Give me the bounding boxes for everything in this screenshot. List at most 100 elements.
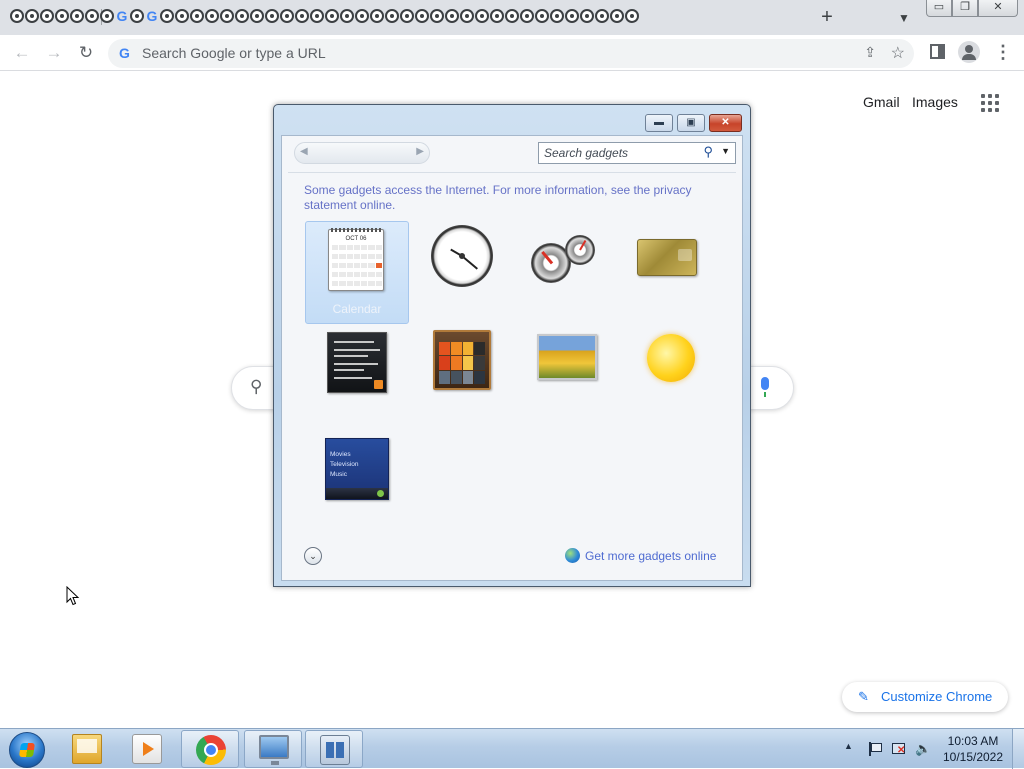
gadgets-minimize-button[interactable]: ▬: [645, 114, 673, 132]
tab-favicon-icon[interactable]: [505, 9, 519, 23]
tab-favicon-icon[interactable]: [565, 9, 579, 23]
next-page-icon[interactable]: ▶: [416, 146, 424, 157]
taskbar-item-desktop-gadgets[interactable]: [305, 730, 363, 768]
gadget-weather[interactable]: [617, 326, 721, 429]
gadget-currency[interactable]: [617, 221, 721, 324]
gadgets-close-button[interactable]: ✕: [709, 114, 742, 132]
tab-favicon-icon[interactable]: [520, 9, 534, 23]
tab-favicon-icon[interactable]: [40, 9, 54, 23]
tab-favicon-icon[interactable]: [490, 9, 504, 23]
tab-favicon-icon[interactable]: [220, 9, 234, 23]
customize-chrome-button[interactable]: ✎ Customize Chrome: [842, 682, 1008, 712]
bookmark-star-icon[interactable]: ☆: [891, 43, 905, 63]
taskbar-item-chrome[interactable]: [181, 730, 239, 768]
gadgets-restore-button[interactable]: ▣: [677, 114, 705, 132]
taskbar-clock[interactable]: 10:03 AM 10/15/2022: [940, 733, 1006, 765]
search-gadgets-input[interactable]: Search gadgets ⚲ ▼: [538, 142, 736, 164]
tab-favicon-icon[interactable]: [265, 9, 279, 23]
action-center-flag-icon[interactable]: [866, 741, 882, 757]
tab-favicon-icon[interactable]: [295, 9, 309, 23]
show-details-chevron-down-icon[interactable]: ⌄: [304, 547, 322, 565]
tab-favicon-icon[interactable]: [325, 9, 339, 23]
tab-favicon-icon[interactable]: [355, 9, 369, 23]
chrome-menu-icon[interactable]: ⋮: [994, 40, 1012, 64]
new-tab-button[interactable]: +: [816, 6, 838, 28]
tab-favicon-icon[interactable]: [205, 9, 219, 23]
tab-favicon-icon[interactable]: [430, 9, 444, 23]
get-more-gadgets-link[interactable]: Get more gadgets online: [585, 549, 716, 563]
window-restore-button[interactable]: ❐: [952, 0, 978, 17]
tab-favicon-icon[interactable]: [85, 9, 99, 23]
tab-favicon-icon[interactable]: [70, 9, 84, 23]
media-player-icon: [132, 734, 162, 764]
network-disconnected-icon[interactable]: [891, 741, 907, 757]
desktop-gadgets-window: ▬ ▣ ✕ ◀ ▶ Search gadgets ⚲ ▼ Some gadget…: [273, 104, 751, 587]
tab-favicon-icon[interactable]: [475, 9, 489, 23]
side-panel-icon[interactable]: [930, 44, 945, 59]
gadgets-icon: [320, 735, 350, 765]
tab-favicon-icon[interactable]: [610, 9, 624, 23]
tab-favicon-icon[interactable]: [235, 9, 249, 23]
google-tab-favicon-icon[interactable]: G: [145, 9, 159, 23]
pencil-icon: ✎: [858, 689, 869, 704]
taskbar-item-media-player[interactable]: [118, 730, 176, 768]
tab-favicon-icon[interactable]: [625, 9, 639, 23]
show-hidden-icons-chevron-up-icon[interactable]: ▲: [844, 741, 853, 751]
voice-search-mic-icon[interactable]: [759, 377, 771, 399]
omnibox[interactable]: G Search Google or type a URL ⇪ ☆: [108, 39, 914, 68]
tab-favicon-icon[interactable]: [190, 9, 204, 23]
tab-favicon-icon[interactable]: [10, 9, 24, 23]
tab-favicon-icon[interactable]: [580, 9, 594, 23]
tab-favicon-icon[interactable]: [535, 9, 549, 23]
previous-page-icon[interactable]: ◀: [300, 146, 308, 157]
google-tab-favicon-icon[interactable]: G: [115, 9, 129, 23]
volume-speaker-icon[interactable]: 🔈: [915, 741, 931, 757]
google-apps-icon[interactable]: [981, 94, 999, 112]
gadget-slide-show[interactable]: [513, 326, 617, 429]
share-icon[interactable]: ⇪: [864, 44, 876, 61]
gadget-clock[interactable]: [409, 221, 513, 324]
tab-favicon-icon[interactable]: [310, 9, 324, 23]
omnibox-placeholder[interactable]: Search Google or type a URL: [142, 45, 326, 61]
search-icon[interactable]: ⚲: [703, 144, 713, 160]
tab-search-chevron-down-icon[interactable]: ▼: [894, 8, 914, 28]
search-dropdown-icon[interactable]: ▼: [721, 146, 730, 156]
window-minimize-button[interactable]: ▭: [926, 0, 952, 17]
tab-favicon-icon[interactable]: [460, 9, 474, 23]
tab-favicon-icon[interactable]: [550, 9, 564, 23]
tab-favicon-icon[interactable]: [55, 9, 69, 23]
tab-favicon-icon[interactable]: [280, 9, 294, 23]
reload-button[interactable]: ↻: [74, 41, 98, 65]
images-link[interactable]: Images: [912, 94, 958, 110]
taskbar-item-windows-explorer[interactable]: [58, 730, 116, 768]
tab-favicon-icon[interactable]: [370, 9, 384, 23]
windows-taskbar: ▲ 🔈 10:03 AM 10/15/2022: [0, 728, 1024, 769]
tab-favicon-icon[interactable]: [340, 9, 354, 23]
tab-favicon-icon[interactable]: [445, 9, 459, 23]
tab-favicon-icon[interactable]: [25, 9, 39, 23]
tab-favicon-icon[interactable]: [415, 9, 429, 23]
back-button[interactable]: ←: [10, 41, 34, 65]
tab-favicon-icon[interactable]: [130, 9, 144, 23]
tab-favicon-icon[interactable]: [595, 9, 609, 23]
privacy-info-text[interactable]: Some gadgets access the Internet. For mo…: [304, 183, 714, 213]
media-line: Music: [330, 471, 347, 478]
forward-button[interactable]: →: [42, 41, 66, 65]
tab-favicon-icon[interactable]: [250, 9, 264, 23]
profile-avatar-icon[interactable]: [958, 41, 980, 63]
gadget-feed-headlines[interactable]: [305, 326, 409, 429]
tab-favicon-icon[interactable]: [175, 9, 189, 23]
gadget-calendar[interactable]: OCT 06 Calendar: [305, 221, 409, 324]
gadget-cpu-meter[interactable]: [513, 221, 617, 324]
tab-favicon-icon[interactable]: [385, 9, 399, 23]
gadget-media-center[interactable]: Movies Television Music: [305, 430, 409, 533]
start-button-windows-icon[interactable]: [9, 732, 45, 768]
window-close-button[interactable]: ✕: [978, 0, 1018, 17]
taskbar-item-remote-desktop[interactable]: [244, 730, 302, 768]
tab-favicon-icon[interactable]: [400, 9, 414, 23]
tab-favicon-icon[interactable]: [100, 9, 114, 23]
gmail-link[interactable]: Gmail: [863, 94, 900, 110]
show-desktop-button[interactable]: [1012, 729, 1024, 769]
gadget-picture-puzzle[interactable]: [409, 326, 513, 429]
tab-favicon-icon[interactable]: [160, 9, 174, 23]
